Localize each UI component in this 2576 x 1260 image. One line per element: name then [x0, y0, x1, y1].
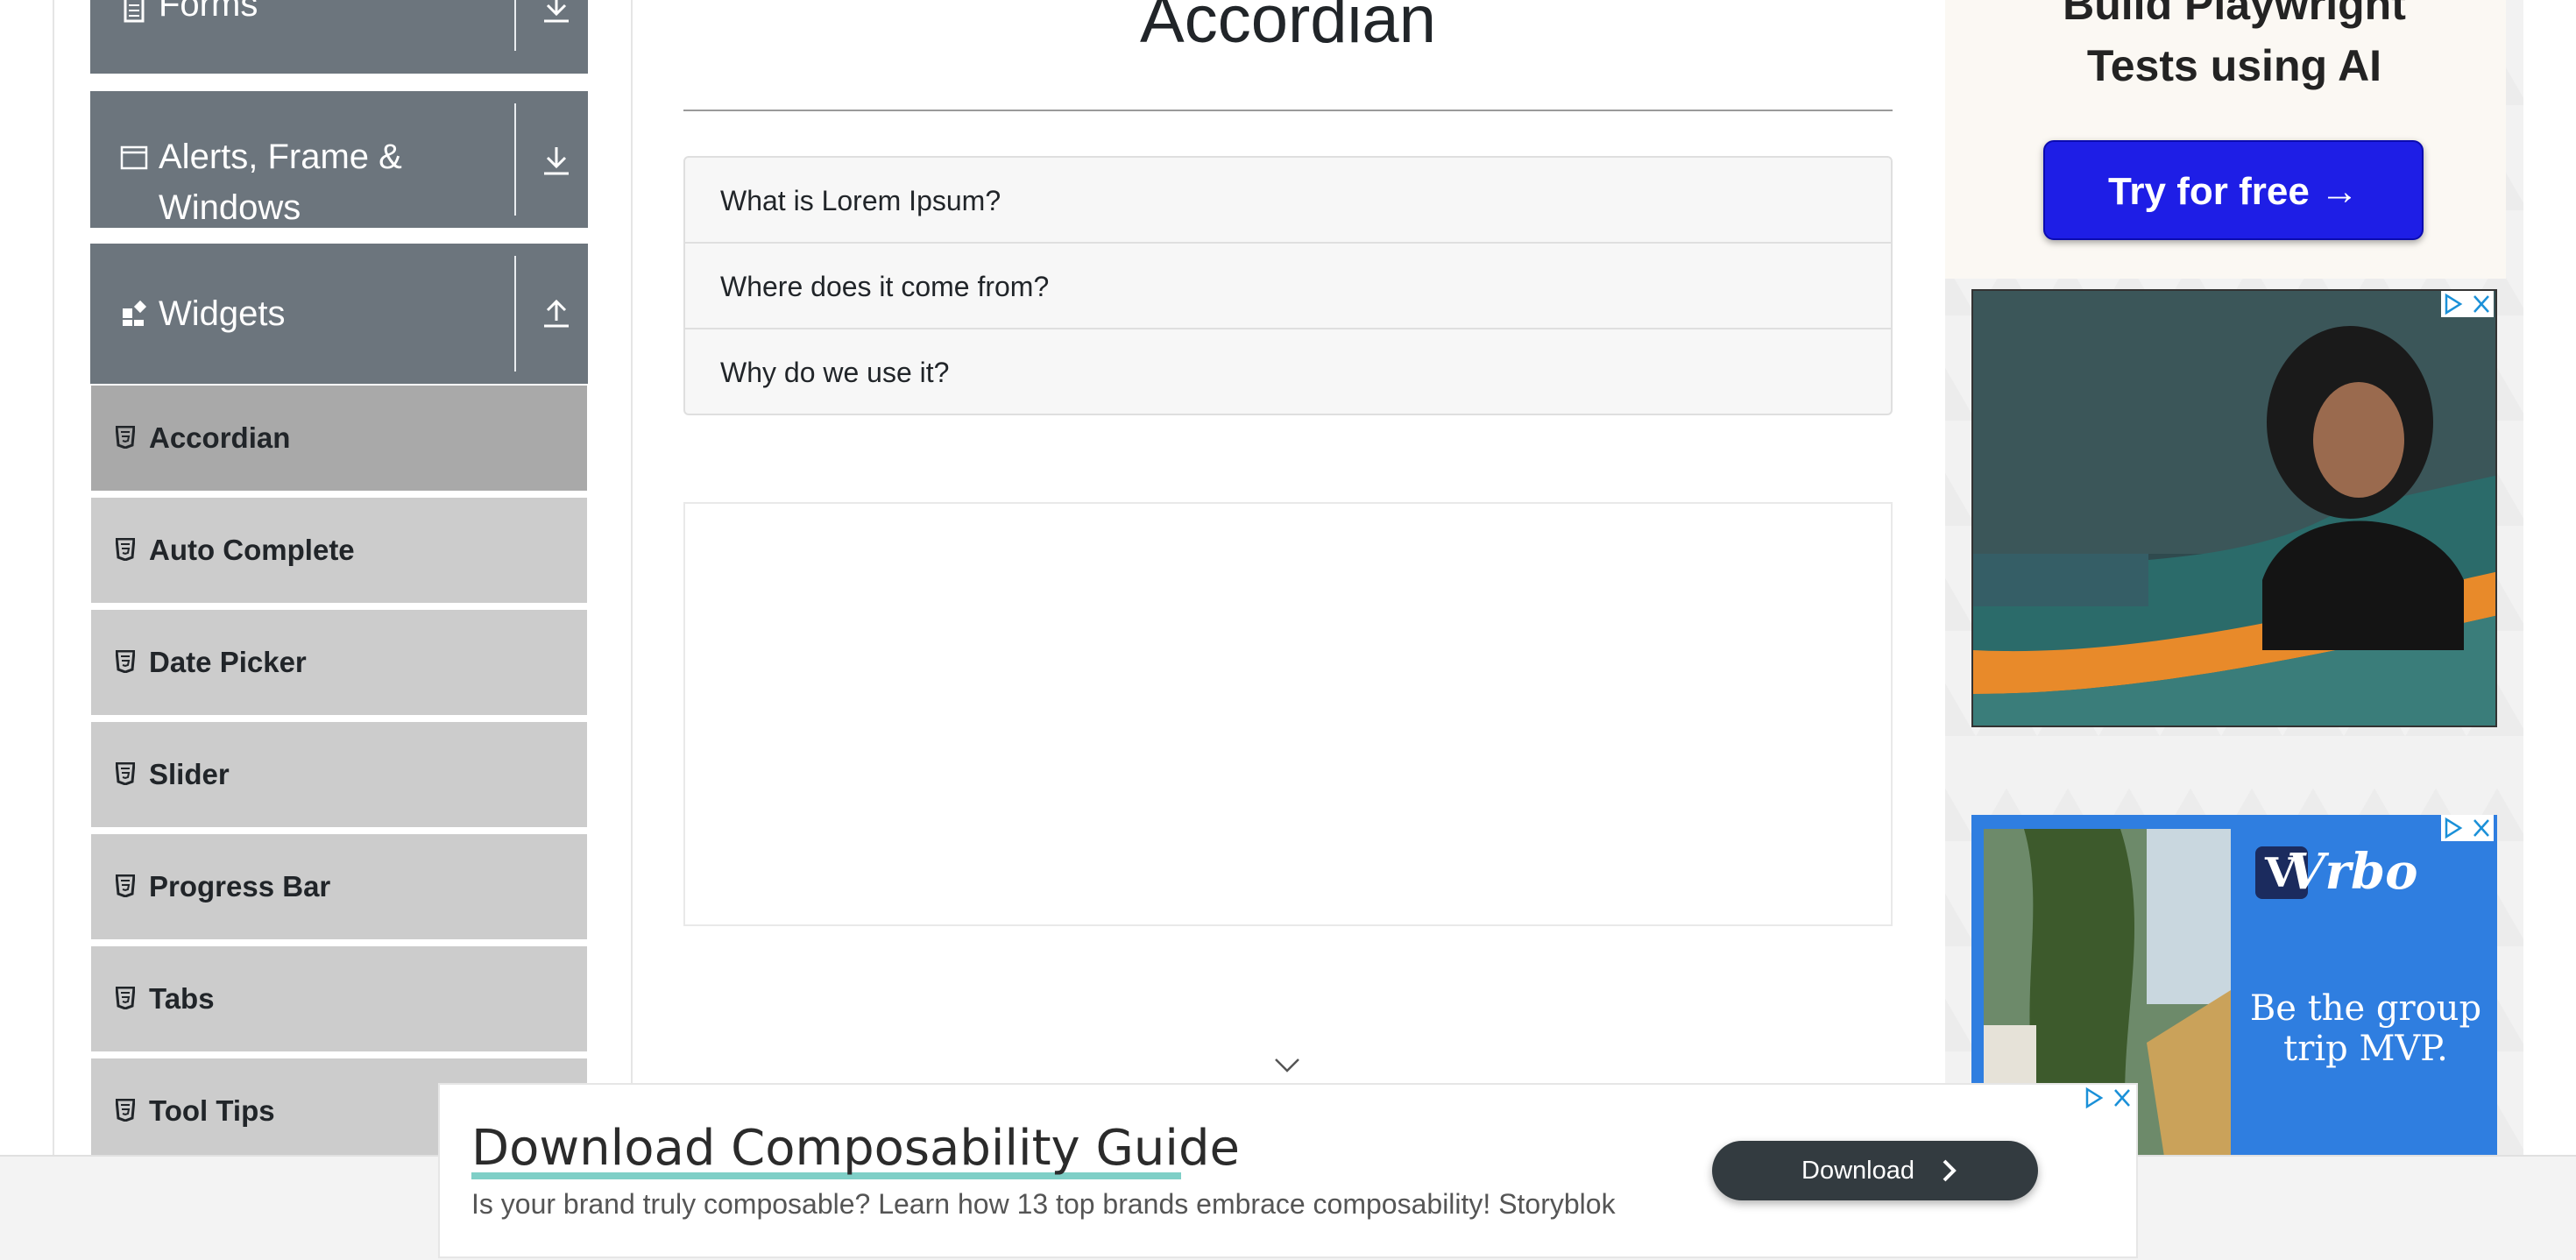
html5-icon	[116, 874, 135, 897]
title-divider	[683, 110, 1893, 111]
html5-icon	[116, 762, 135, 785]
html5-icon	[116, 650, 135, 673]
sidebar-item-label: Tabs	[149, 982, 215, 1015]
html5-icon	[116, 987, 135, 1009]
sidebar-item-label: Accordian	[149, 421, 291, 454]
sidebar-group-alerts-frame-windows[interactable]: Alerts, Frame & Windows	[90, 91, 588, 228]
sidebar-item-label: Progress Bar	[149, 870, 331, 903]
download-button-label: Download	[1801, 1157, 1914, 1185]
sidebar-group-forms[interactable]: Forms	[90, 0, 588, 74]
sidebar-item-label: Date Picker	[149, 646, 307, 678]
adchoices-icon[interactable]	[2441, 815, 2494, 841]
widgets-icon	[123, 300, 147, 326]
ad-image[interactable]	[1971, 289, 2497, 727]
html5-icon	[116, 538, 135, 561]
sidebar-group-label: Widgets	[159, 294, 286, 333]
accordion-header-label: What is Lorem Ipsum?	[720, 185, 1001, 216]
sidebar-item-auto-complete[interactable]: Auto Complete	[91, 498, 587, 606]
ad-heading-line: Build Playwright	[2063, 0, 2406, 29]
accordion-header[interactable]: What is Lorem Ipsum?	[685, 158, 1891, 244]
sidebar-group-label-cont: Windows	[159, 188, 301, 227]
accordion-header[interactable]: Why do we use it?	[685, 329, 1891, 414]
sidebar-group-widgets[interactable]: Widgets	[90, 244, 588, 384]
chevron-right-icon	[1943, 1159, 1957, 1182]
accordion-header-label: Why do we use it?	[720, 357, 950, 388]
divider	[514, 256, 516, 372]
window-icon	[120, 145, 148, 170]
vrbo-tagline: Be the group trip MVP.	[2226, 988, 2506, 1069]
sidebar-item-label: Tool Tips	[149, 1094, 275, 1127]
accordion-header-label: Where does it come from?	[720, 271, 1050, 302]
divider	[514, 103, 516, 216]
html5-icon	[116, 426, 135, 449]
try-for-free-button[interactable]: Try for free →	[2043, 140, 2424, 240]
divider	[514, 0, 516, 51]
vrbo-tagline-line: Be the group	[2249, 988, 2482, 1029]
html5-icon	[116, 1099, 135, 1122]
ad-placeholder	[683, 502, 1893, 926]
adchoices-icon[interactable]	[2082, 1085, 2134, 1111]
download-button[interactable]: Download	[1712, 1141, 2038, 1200]
ad-photo	[1973, 291, 2495, 726]
upload-icon[interactable]	[537, 294, 576, 333]
sidebar-group-label: Forms	[159, 0, 258, 24]
accordion-header[interactable]: Where does it come from?	[685, 244, 1891, 329]
chevron-down-icon[interactable]	[1274, 1057, 1300, 1074]
playwright-ad-heading: Build Playwright Tests using AI	[1945, 0, 2523, 96]
vrbo-logo: Vrbo	[2287, 843, 2418, 901]
vrbo-tagline-line: trip MVP.	[2283, 1029, 2448, 1069]
ad-heading-line: Tests using AI	[2086, 41, 2382, 90]
sidebar-item-label: Slider	[149, 758, 230, 790]
sidebar-item-accordian[interactable]: Accordian	[91, 386, 587, 494]
sidebar-item-date-picker[interactable]: Date Picker	[91, 610, 587, 718]
download-icon[interactable]	[537, 0, 576, 30]
sidebar-item-slider[interactable]: Slider	[91, 722, 587, 831]
download-icon[interactable]	[537, 144, 576, 182]
banner-title[interactable]: Download Composability Guide	[471, 1118, 1240, 1179]
page-title: Accordian	[1140, 0, 1436, 57]
sidebar-item-progress-bar[interactable]: Progress Bar	[91, 834, 587, 943]
sidebar-group-label: Alerts, Frame &	[159, 138, 402, 176]
adchoices-icon[interactable]	[2441, 291, 2494, 317]
sidebar-item-tabs[interactable]: Tabs	[91, 946, 587, 1055]
sidebar-item-label: Auto Complete	[149, 534, 355, 566]
banner-subtitle: Is your brand truly composable? Learn ho…	[471, 1188, 1616, 1220]
accordion: What is Lorem Ipsum? Where does it come …	[683, 156, 1893, 415]
document-icon	[124, 0, 145, 23]
